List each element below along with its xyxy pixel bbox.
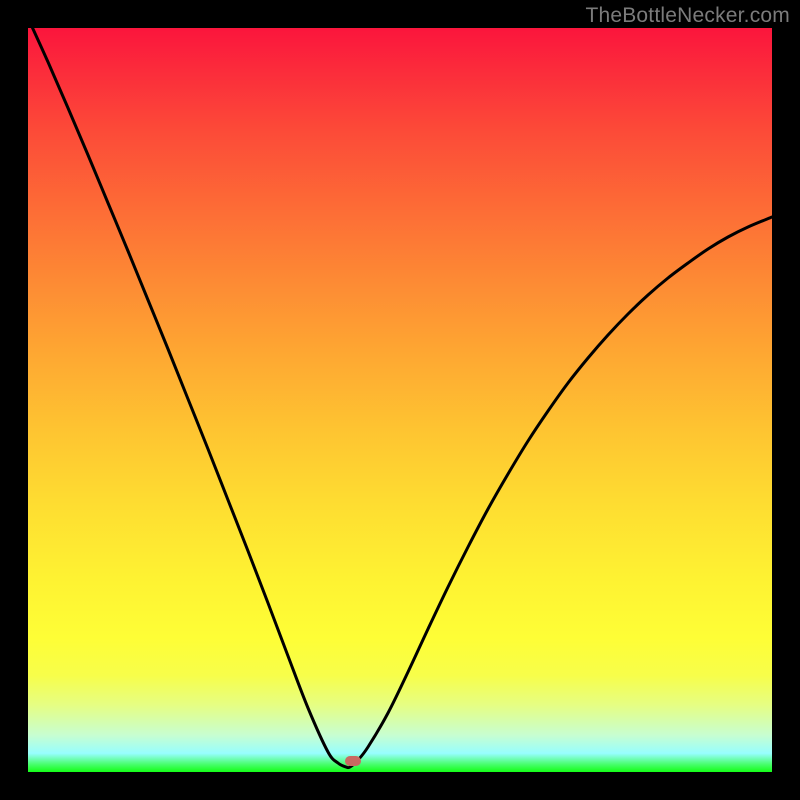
- plot-area: [28, 28, 772, 772]
- chart-frame: TheBottleNecker.com: [0, 0, 800, 800]
- optimum-marker: [345, 756, 361, 766]
- bottleneck-curve-path: [28, 28, 772, 768]
- bottleneck-curve: [28, 28, 772, 772]
- watermark-text: TheBottleNecker.com: [585, 4, 790, 28]
